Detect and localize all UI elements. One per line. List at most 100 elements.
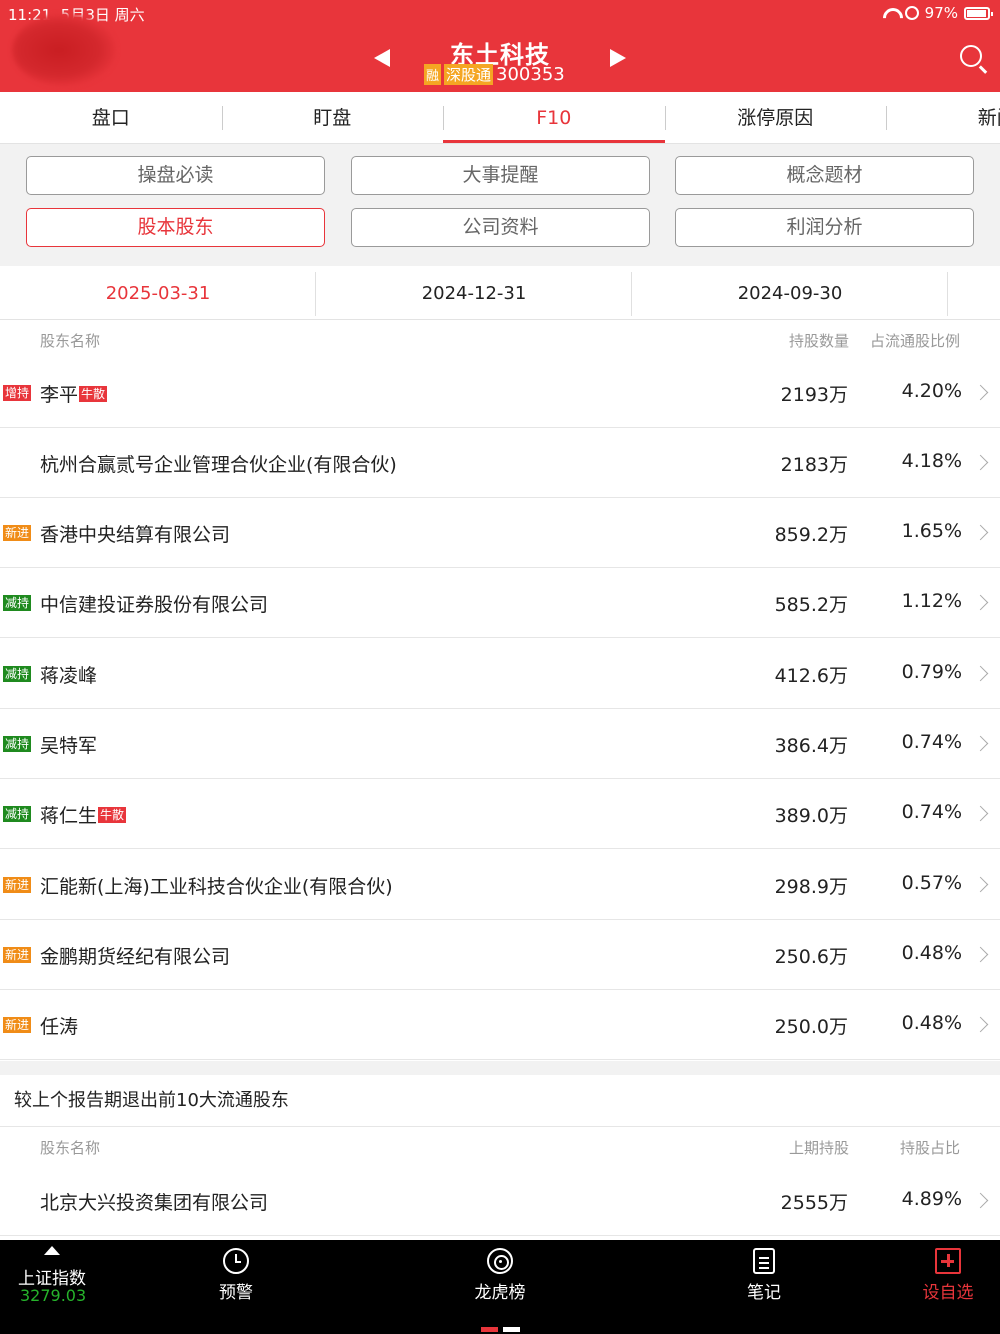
next-stock-arrow-icon[interactable] [610, 49, 626, 67]
holding-qty: 389.0万 [774, 805, 848, 827]
date-tab[interactable]: 2024-12-31 [316, 268, 632, 320]
section-gap [0, 1061, 1000, 1075]
stock-code: 300353 [496, 64, 565, 85]
f10-section-buttons: 操盘必读 大事提醒 概念题材 股本股东 公司资料 利润分析 [0, 144, 1000, 266]
wifi-icon [881, 6, 899, 20]
date-tab[interactable]: 2024-09-30 [632, 268, 948, 320]
add-icon [935, 1248, 961, 1274]
battery-level: 97% [924, 4, 958, 22]
change-badge: 减持 [3, 666, 32, 682]
float-ratio: 4.20% [901, 380, 962, 402]
btn-concepts[interactable]: 概念题材 [675, 156, 974, 195]
nav-notes[interactable]: 笔记 [719, 1248, 809, 1303]
btn-major-events[interactable]: 大事提醒 [351, 156, 650, 195]
chevron-right-icon [972, 454, 989, 471]
float-ratio: 0.74% [901, 731, 962, 753]
exit-section-title: 较上个报告期退出前10大流通股东 [0, 1075, 1000, 1127]
chevron-right-icon [972, 384, 989, 401]
tab-limit-up-reason[interactable]: 涨停原因 [664, 92, 887, 143]
main-tabs: 盘口 盯盘 F10 涨停原因 新闻 [0, 92, 1000, 144]
col-holding-qty: 持股数量 [788, 332, 849, 350]
table-row[interactable]: 新进 香港中央结算有限公司 859.2万 1.65% [0, 498, 1000, 568]
table-row[interactable]: 减持 蒋仁生 牛散 389.0万 0.74% [0, 779, 1000, 849]
btn-profit-analysis[interactable]: 利润分析 [675, 208, 974, 247]
tab-dingpan[interactable]: 盯盘 [221, 92, 444, 143]
chevron-right-icon [972, 735, 989, 752]
table-row[interactable]: 减持 吴特军 386.4万 0.74% [0, 709, 1000, 779]
holding-qty: 386.4万 [774, 735, 848, 757]
connect-tag: 深股通 [444, 64, 494, 85]
table-row[interactable]: 新进 任涛 250.0万 0.48% [0, 990, 1000, 1060]
search-icon[interactable] [960, 45, 982, 67]
tab-pankou[interactable]: 盘口 [0, 92, 222, 143]
col-float-ratio: 占流通股比例 [869, 332, 960, 350]
change-badge: 新进 [3, 1017, 32, 1033]
table-row[interactable]: 杭州合赢贰号企业管理合伙企业(有限合伙) 2183万 4.18% [0, 428, 1000, 498]
date-tab[interactable]: 2025-03-31 [0, 268, 316, 320]
page-dot [503, 1327, 520, 1332]
col-holder-name: 股东名称 [40, 332, 101, 350]
prev-stock-arrow-icon[interactable] [374, 49, 390, 67]
btn-shareholders[interactable]: 股本股东 [26, 208, 325, 247]
page-indicator [481, 1327, 520, 1332]
change-badge: 减持 [3, 806, 32, 822]
battery-icon [964, 6, 993, 20]
holders-table-header: 股东名称 持股数量 占流通股比例 [0, 320, 1000, 360]
holder-name: 任涛 [40, 1016, 79, 1038]
alarm-icon [223, 1248, 249, 1274]
chevron-right-icon [972, 524, 989, 541]
nav-alert[interactable]: 预警 [191, 1248, 281, 1303]
margin-tag: 融 [424, 64, 442, 85]
exit-table-header: 股东名称 上期持股 持股占比 [0, 1127, 1000, 1167]
holding-qty: 2193万 [780, 384, 848, 406]
chevron-right-icon [972, 876, 989, 893]
holding-qty: 412.6万 [774, 665, 848, 687]
btn-trading-must-read[interactable]: 操盘必读 [26, 156, 325, 195]
change-badge: 减持 [3, 736, 32, 752]
chevron-right-icon [972, 946, 989, 963]
top-header: 11:21 5月3日 周六 97% 东土科技 融 深股通 300353 [0, 0, 1000, 92]
holder-name-text: 蒋仁生 [40, 805, 98, 827]
holding-qty: 250.6万 [774, 946, 848, 968]
nav-label: 设自选 [922, 1283, 974, 1303]
holder-name: 蒋仁生 牛散 [40, 801, 127, 828]
stock-subtitle: 融 深股通 300353 [424, 64, 565, 85]
change-badge: 新进 [3, 947, 32, 963]
chevron-right-icon [972, 1016, 989, 1033]
table-row[interactable]: 减持 中信建投证券股份有限公司 585.2万 1.12% [0, 568, 1000, 638]
previous-holding: 2555万 [780, 1192, 848, 1214]
table-row[interactable]: 新进 汇能新(上海)工业科技合伙企业(有限合伙) 298.9万 0.57% [0, 850, 1000, 920]
float-ratio: 4.18% [901, 450, 962, 472]
nav-label: 龙虎榜 [474, 1283, 526, 1303]
orientation-lock-icon [904, 6, 919, 20]
holder-name: 金鹏期货经纪有限公司 [40, 946, 231, 968]
float-ratio: 1.12% [901, 590, 962, 612]
table-row[interactable]: 新进 金鹏期货经纪有限公司 250.6万 0.48% [0, 920, 1000, 990]
target-icon [487, 1248, 513, 1274]
holder-name: 北京大兴投资集团有限公司 [40, 1192, 269, 1214]
status-indicators: 97% [881, 4, 993, 22]
tab-news[interactable]: 新闻 [886, 92, 1000, 143]
nav-dragon-tiger[interactable]: 龙虎榜 [455, 1248, 545, 1303]
float-ratio: 0.79% [901, 661, 962, 683]
holder-name: 蒋凌峰 [40, 665, 98, 687]
investor-tag: 牛散 [79, 386, 108, 402]
chevron-right-icon [972, 594, 989, 611]
col-previous-holding: 上期持股 [788, 1139, 849, 1157]
btn-company-info[interactable]: 公司资料 [351, 208, 650, 247]
page-dot-active [481, 1327, 498, 1332]
nav-label: 笔记 [747, 1283, 781, 1303]
divider [947, 272, 948, 316]
caret-up-icon[interactable] [44, 1246, 60, 1255]
table-row[interactable]: 减持 蒋凌峰 412.6万 0.79% [0, 639, 1000, 709]
tab-f10[interactable]: F10 [443, 92, 665, 143]
col-holding-ratio: 持股占比 [899, 1139, 960, 1157]
table-row[interactable]: 增持 李平 牛散 2193万 4.20% [0, 358, 1000, 428]
float-ratio: 1.65% [901, 520, 962, 542]
avatar[interactable] [12, 14, 116, 86]
holder-name: 香港中央结算有限公司 [40, 524, 231, 546]
table-row[interactable]: 北京大兴投资集团有限公司 2555万 4.89% [0, 1166, 1000, 1236]
change-badge: 新进 [3, 525, 32, 541]
change-badge: 新进 [3, 877, 32, 893]
nav-add-watchlist[interactable]: 设自选 [903, 1248, 993, 1303]
